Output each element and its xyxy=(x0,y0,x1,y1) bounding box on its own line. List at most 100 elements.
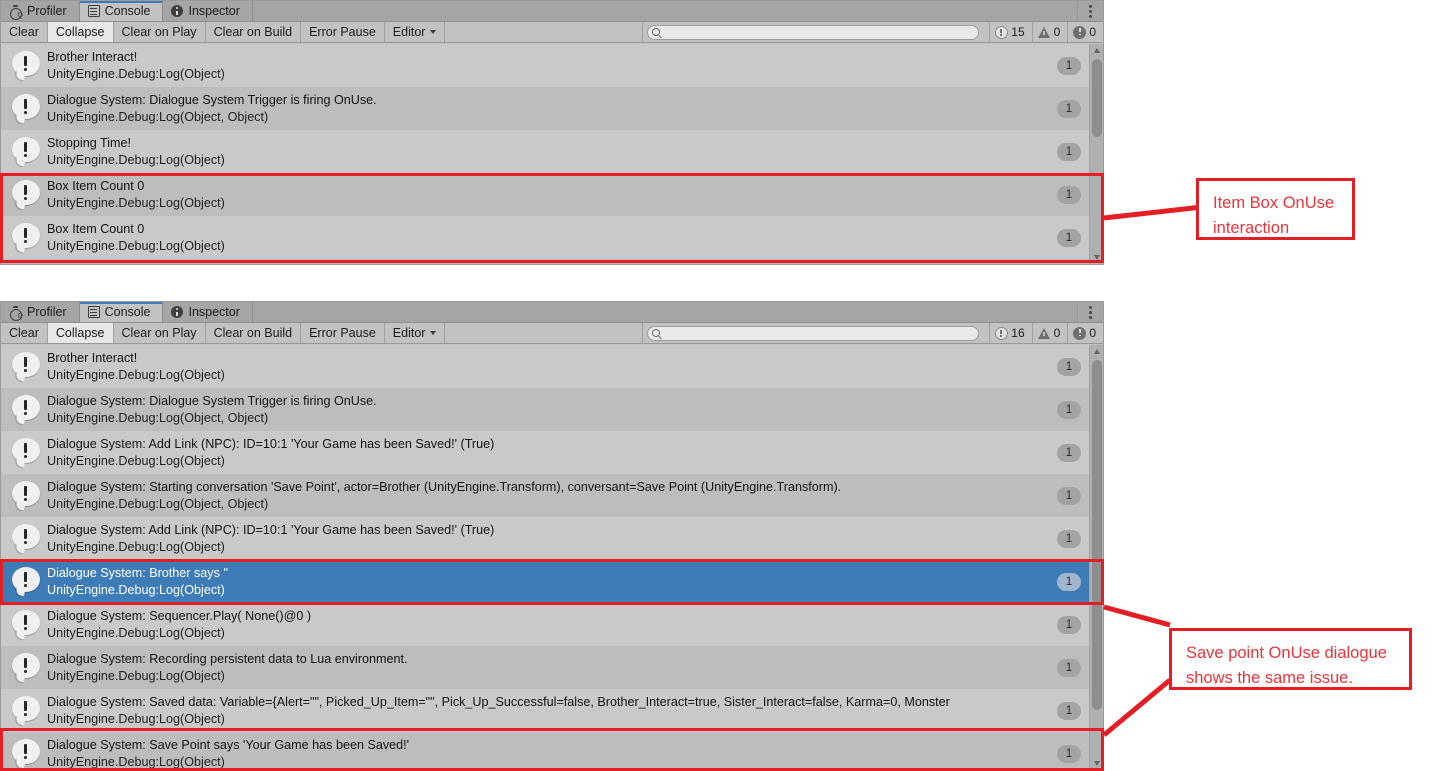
log-row[interactable]: Dialogue System: Add Link (NPC): ID=10:1… xyxy=(1,517,1089,560)
log-message: Box Item Count 0 xyxy=(47,178,145,193)
log-message: Box Item Count 0 xyxy=(47,221,145,236)
log-message: Stopping Time! xyxy=(47,135,132,150)
log-row[interactable]: Dialogue System: Add Link (NPC): ID=10:1… xyxy=(1,431,1089,474)
log-row[interactable]: Dialogue System: Sequencer.Play( None()@… xyxy=(1,603,1089,646)
editor-dropdown[interactable]: Editor xyxy=(384,323,446,343)
tab-console[interactable]: Console xyxy=(79,1,164,21)
collapse-count-badge: 1 xyxy=(1057,56,1081,75)
log-message-icon xyxy=(11,93,41,124)
clear-button[interactable]: Clear xyxy=(1,323,48,343)
log-message: Dialogue System: Add Link (NPC): ID=10:1… xyxy=(47,522,495,537)
panel-options-menu-icon[interactable] xyxy=(1077,302,1103,322)
search-icon xyxy=(652,28,661,36)
log-stacktrace: UnityEngine.Debug:Log(Object) xyxy=(47,668,225,683)
error-icon xyxy=(995,326,1009,340)
clear-on-play-button[interactable]: Clear on Play xyxy=(113,323,206,343)
log-text: Dialogue System: Recording persistent da… xyxy=(47,651,1089,685)
log-message: Dialogue System: Dialogue System Trigger… xyxy=(47,393,377,408)
annotation-save-point: Save point OnUse dialogue shows the same… xyxy=(1169,628,1412,690)
search-input[interactable] xyxy=(663,326,979,340)
collapse-count-badge: 1 xyxy=(1057,142,1081,161)
error-count-toggle[interactable]: 16 xyxy=(990,323,1033,343)
log-row[interactable]: Dialogue System: Save Point says 'Your G… xyxy=(1,732,1089,770)
log-list[interactable]: Brother Interact! UnityEngine.Debug:Log(O… xyxy=(1,345,1089,770)
annotation-text: Item Box OnUse interaction xyxy=(1213,194,1335,237)
screenshot-root: Q Profiler Console Inspector Clear Colla… xyxy=(0,0,1438,771)
clear-on-build-button[interactable]: Clear on Build xyxy=(205,323,302,343)
log-list[interactable]: Brother Interact! UnityEngine.Debug:Log(O… xyxy=(1,44,1089,264)
log-stacktrace: UnityEngine.Debug:Log(Object) xyxy=(47,238,225,253)
error-count-toggle[interactable]: 15 xyxy=(990,22,1033,42)
panel-options-menu-icon[interactable] xyxy=(1077,1,1103,21)
error-pause-button[interactable]: Error Pause xyxy=(301,323,385,343)
console-panel-top: Q Profiler Console Inspector Clear Colla… xyxy=(0,0,1104,265)
log-stacktrace: UnityEngine.Debug:Log(Object) xyxy=(47,152,225,167)
collapse-count-badge: 1 xyxy=(1057,99,1081,118)
log-row[interactable]: Box Item Count 0 UnityEngine.Debug:Log(Ob… xyxy=(1,216,1089,259)
log-row[interactable]: Brother Interact! UnityEngine.Debug:Log(O… xyxy=(1,345,1089,388)
log-row[interactable]: Brother Interact! UnityEngine.Debug:Log(O… xyxy=(1,44,1089,87)
log-stacktrace: UnityEngine.Debug:Log(Object) xyxy=(47,582,225,597)
clear-button[interactable]: Clear xyxy=(1,22,48,42)
collapse-button[interactable]: Collapse xyxy=(47,323,114,343)
log-row[interactable]: Stopping Time! UnityEngine.Debug:Log(Obje… xyxy=(1,130,1089,173)
console-toolbar: Clear Collapse Clear on Play Clear on Bu… xyxy=(1,22,1103,43)
log-stacktrace: UnityEngine.Debug:Log(Object) xyxy=(47,195,225,210)
search-box[interactable] xyxy=(647,325,980,341)
scrollbar-thumb[interactable] xyxy=(1092,59,1102,137)
tab-strip: Q Profiler Console Inspector xyxy=(1,302,1103,323)
log-message: Dialogue System: Starting conversation '… xyxy=(47,479,842,494)
log-message: Dialogue System: Dialogue System Trigger… xyxy=(47,92,377,107)
collapse-count-badge: 1 xyxy=(1057,658,1081,677)
warning-count-toggle[interactable]: 0 xyxy=(1032,323,1069,343)
log-text: Dialogue System: Save Point says 'Your G… xyxy=(47,737,1089,771)
warning-count-toggle[interactable]: 0 xyxy=(1032,22,1069,42)
tab-inspector[interactable]: Inspector xyxy=(163,1,253,21)
log-row[interactable]: Dialogue System: Dialogue System Trigger… xyxy=(1,87,1089,130)
log-row[interactable]: Dialogue System: Recording persistent da… xyxy=(1,646,1089,689)
error-count: 16 xyxy=(1011,326,1025,340)
info-count-toggle[interactable]: 0 xyxy=(1068,22,1103,42)
console-icon xyxy=(87,306,100,318)
log-message-icon xyxy=(11,566,41,597)
log-row[interactable]: Dialogue System: Brother says '' UnityEng… xyxy=(1,560,1089,603)
log-message: Dialogue System: Add Link (NPC): ID=10:1… xyxy=(47,436,495,451)
warning-icon xyxy=(1037,327,1051,340)
log-stacktrace: UnityEngine.Debug:Log(Object) xyxy=(47,754,225,769)
info-count-toggle[interactable]: 0 xyxy=(1068,323,1103,343)
log-row[interactable]: Box Item Count 0 UnityEngine.Debug:Log(Ob… xyxy=(1,173,1089,216)
log-row[interactable]: Dialogue System: Starting conversation '… xyxy=(1,474,1089,517)
console-toolbar: Clear Collapse Clear on Play Clear on Bu… xyxy=(1,323,1103,344)
log-row[interactable]: Dialogue System: Dialogue System Trigger… xyxy=(1,388,1089,431)
search-input[interactable] xyxy=(663,25,979,39)
toolbar-gap xyxy=(445,22,644,42)
tab-console[interactable]: Console xyxy=(79,302,164,322)
search-box[interactable] xyxy=(647,24,980,40)
scroll-up-arrow-icon[interactable] xyxy=(1090,44,1103,57)
log-row[interactable]: Dialogue System: Saved data: Variable={A… xyxy=(1,689,1089,732)
tab-label: Inspector xyxy=(188,305,240,319)
log-area: Brother Interact! UnityEngine.Debug:Log(O… xyxy=(1,44,1103,264)
clear-on-build-button[interactable]: Clear on Build xyxy=(205,22,302,42)
toolbar-gap xyxy=(445,323,644,343)
editor-dropdown[interactable]: Editor xyxy=(384,22,446,42)
error-pause-button[interactable]: Error Pause xyxy=(301,22,385,42)
collapse-count-badge: 1 xyxy=(1057,185,1081,204)
clear-on-play-button[interactable]: Clear on Play xyxy=(113,22,206,42)
log-message: Brother Interact! xyxy=(47,49,138,64)
scroll-down-arrow-icon[interactable] xyxy=(1090,757,1103,770)
tab-inspector[interactable]: Inspector xyxy=(163,302,253,322)
log-message: Dialogue System: Brother says '' xyxy=(47,565,229,580)
scroll-up-arrow-icon[interactable] xyxy=(1090,345,1103,358)
collapse-count-badge: 1 xyxy=(1057,572,1081,591)
tab-profiler[interactable]: Q Profiler xyxy=(1,302,80,322)
log-text: Brother Interact! UnityEngine.Debug:Log(O… xyxy=(47,49,1089,83)
annotation-text: Save point OnUse dialogue shows the same… xyxy=(1186,644,1387,687)
log-area: Brother Interact! UnityEngine.Debug:Log(O… xyxy=(1,345,1103,770)
info-count-icon xyxy=(1073,25,1087,39)
collapse-button[interactable]: Collapse xyxy=(47,22,114,42)
tab-profiler[interactable]: Q Profiler xyxy=(1,1,80,21)
log-stacktrace: UnityEngine.Debug:Log(Object, Object) xyxy=(47,496,269,511)
search-area xyxy=(643,22,984,42)
log-stacktrace: UnityEngine.Debug:Log(Object) xyxy=(47,66,225,81)
